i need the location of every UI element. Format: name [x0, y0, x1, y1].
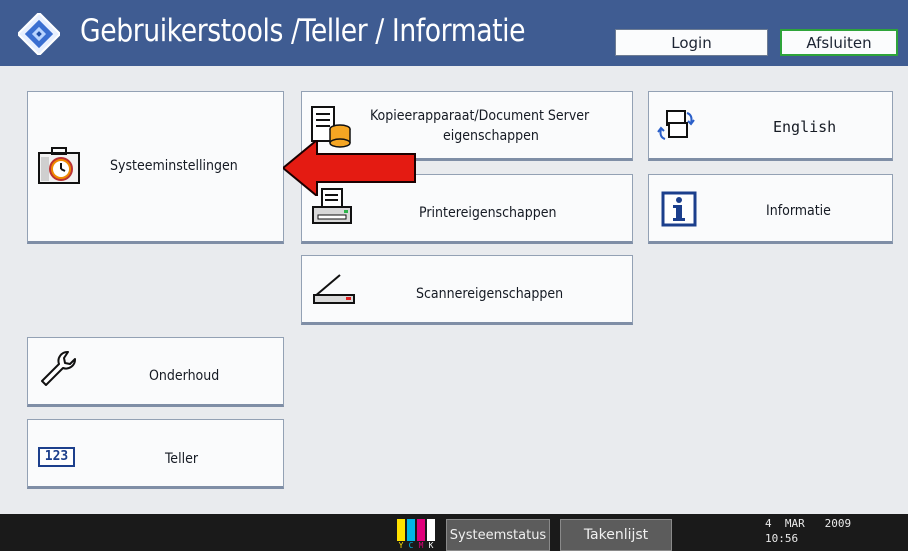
app-logo-icon — [18, 13, 60, 55]
information-button[interactable]: Informatie — [648, 174, 893, 244]
maintenance-label: Onderhoud — [149, 368, 220, 384]
scanner-label: Scannereigenschappen — [416, 286, 564, 302]
counter-button[interactable]: 123 Teller — [27, 419, 284, 489]
toolbox-clock-icon — [38, 147, 80, 184]
toner-letter-m: M — [418, 541, 424, 550]
job-list-button[interactable]: Takenlijst — [560, 519, 672, 551]
date-time-display: 4 MAR 2009 10:56 — [765, 516, 851, 546]
printer-label: Printereigenschappen — [419, 205, 557, 221]
copier-label-line1: Kopieerapparaat/Document Server — [370, 108, 590, 124]
menu-area: Systeeminstellingen Kopieerapparaat/Docu… — [0, 66, 908, 514]
time-text: 10:56 — [765, 532, 799, 545]
title-bar: Gebruikerstools /Teller / Informatie Log… — [0, 0, 908, 66]
information-label: Informatie — [766, 203, 831, 219]
page-title: Gebruikerstools /Teller / Informatie — [80, 13, 526, 49]
english-label: English — [773, 118, 837, 136]
language-english-button[interactable]: English — [648, 91, 893, 161]
counter-label: Teller — [165, 451, 198, 467]
system-settings-label: Systeeminstellingen — [110, 158, 238, 174]
language-switch-icon — [657, 110, 695, 140]
scanner-properties-button[interactable]: Scannereigenschappen — [301, 255, 633, 325]
maintenance-button[interactable]: Onderhoud — [27, 337, 284, 407]
red-arrow-annotation — [283, 140, 416, 196]
info-icon — [661, 191, 697, 227]
date-text: 4 MAR 2009 — [765, 517, 852, 530]
toner-letter-c: C — [408, 541, 414, 550]
login-button[interactable]: Login — [615, 29, 768, 56]
scanner-icon — [313, 274, 355, 304]
toner-letter-k: K — [428, 541, 434, 550]
counter-123-icon: 123 — [38, 447, 75, 467]
toner-letter-y: Y — [398, 541, 404, 550]
wrench-icon — [41, 351, 76, 386]
system-status-button[interactable]: Systeemstatus — [446, 519, 550, 551]
copier-label-line2: eigenschappen — [443, 128, 539, 144]
exit-button[interactable]: Afsluiten — [780, 29, 898, 56]
system-settings-button[interactable]: Systeeminstellingen — [27, 91, 284, 244]
